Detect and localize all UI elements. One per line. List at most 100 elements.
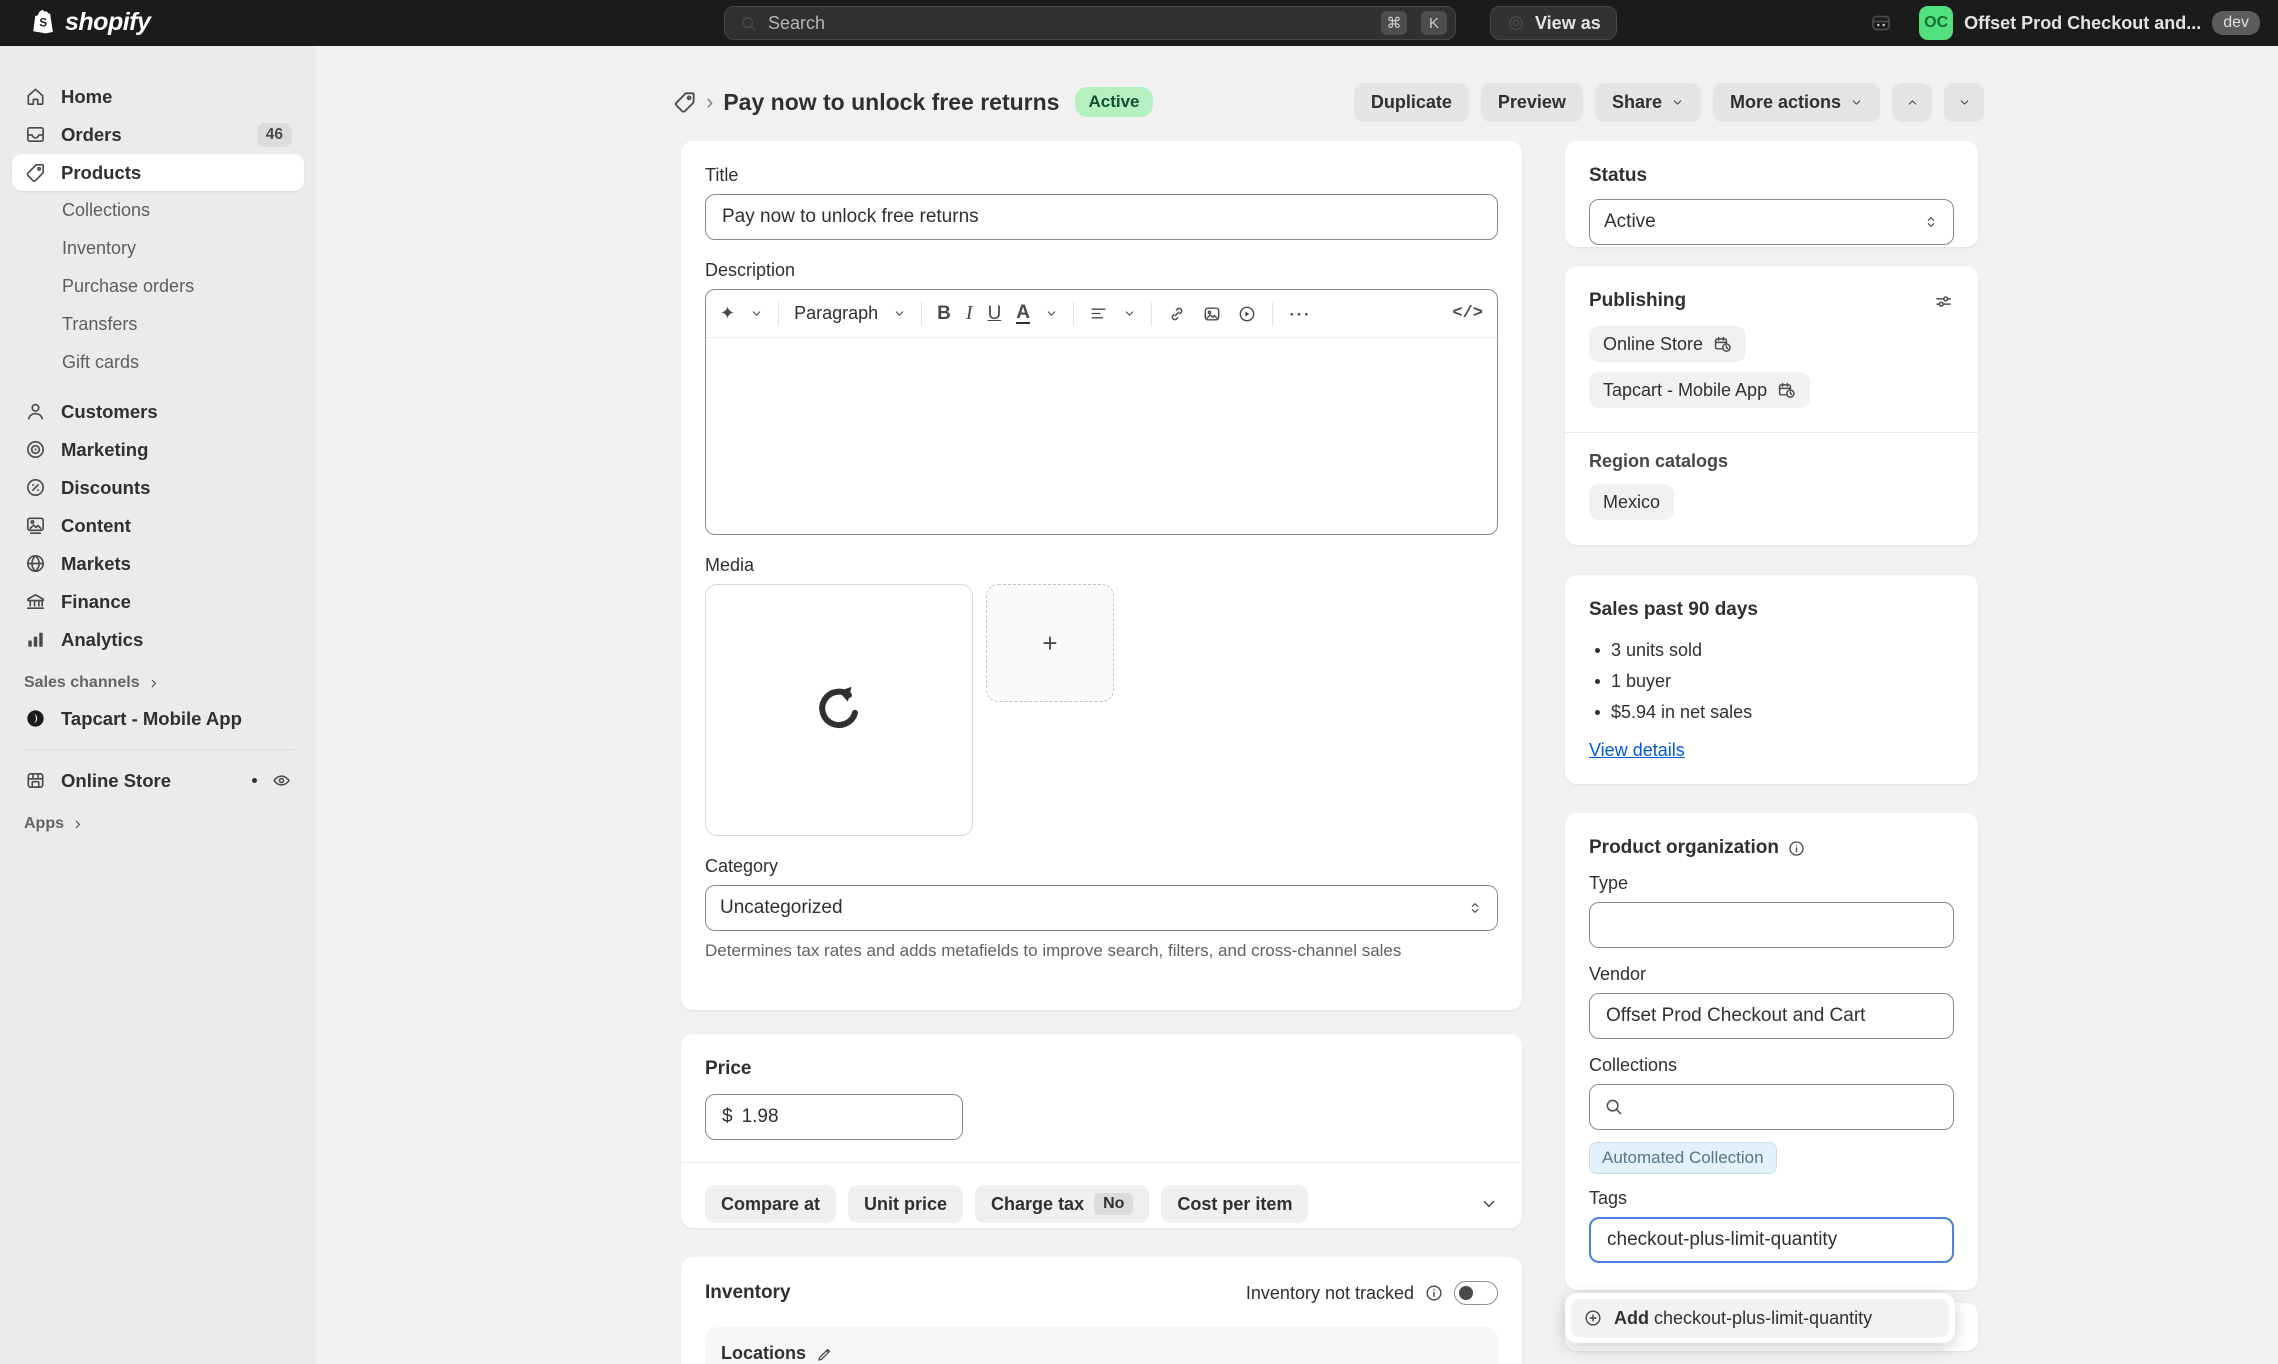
- collections-search-input[interactable]: [1589, 1084, 1954, 1130]
- sidebar-label: Products: [61, 162, 141, 184]
- sidebar-item-tapcart[interactable]: Tapcart - Mobile App: [12, 700, 304, 737]
- global-search[interactable]: Search ⌘ K: [724, 6, 1456, 40]
- sidebar-item-inventory[interactable]: Inventory: [12, 230, 304, 267]
- sidebar-label: Home: [61, 86, 112, 108]
- tags-input[interactable]: [1589, 1217, 1954, 1263]
- sidebar-item-finance[interactable]: Finance: [12, 583, 304, 620]
- sidebar-label: Marketing: [61, 439, 148, 461]
- sidebar-item-analytics[interactable]: Analytics: [12, 621, 304, 658]
- add-tag-option[interactable]: Add checkout-plus-limit-quantity: [1571, 1299, 1949, 1337]
- duplicate-button[interactable]: Duplicate: [1354, 83, 1469, 121]
- search-icon: [739, 14, 758, 33]
- share-button[interactable]: Share: [1595, 83, 1701, 121]
- compare-at-pill[interactable]: Compare at: [705, 1185, 836, 1223]
- expand-price-options-button[interactable]: [1480, 1195, 1498, 1213]
- price-input[interactable]: [742, 1106, 946, 1128]
- underline-button[interactable]: U: [988, 303, 1002, 325]
- sidebar-sublabel: Purchase orders: [62, 276, 194, 297]
- sidebar-item-marketing[interactable]: Marketing: [12, 431, 304, 468]
- insert-image-button[interactable]: [1202, 304, 1222, 324]
- apps-section[interactable]: Apps: [12, 815, 304, 833]
- insert-link-button[interactable]: [1167, 304, 1187, 324]
- tapcart-icon: [24, 707, 47, 730]
- publishing-card: Publishing Online Store Tapcart - Mobile…: [1565, 266, 1978, 545]
- sidebar-item-discounts[interactable]: Discounts: [12, 469, 304, 506]
- shortcut-k-key: K: [1421, 11, 1447, 35]
- sidebar-item-purchase-orders[interactable]: Purchase orders: [12, 268, 304, 305]
- sidebar-item-gift-cards[interactable]: Gift cards: [12, 344, 304, 381]
- text-color-button[interactable]: A: [1016, 303, 1058, 324]
- sidebar-item-orders[interactable]: Orders 46: [12, 116, 304, 153]
- channel-online-store[interactable]: Online Store: [1589, 326, 1746, 362]
- more-actions-button[interactable]: More actions: [1713, 83, 1880, 121]
- locations-box[interactable]: Locations: [705, 1327, 1498, 1364]
- editor-toolbar: ✦ Paragraph B I U A ⋯ </>: [706, 290, 1497, 338]
- product-details-card: Title Description ✦ Paragraph B I U A ⋯: [681, 141, 1522, 1010]
- publishing-divider: [1565, 432, 1978, 433]
- sidebar-item-transfers[interactable]: Transfers: [12, 306, 304, 343]
- sidebar-item-home[interactable]: Home: [12, 78, 304, 115]
- category-select[interactable]: Uncategorized: [705, 885, 1498, 931]
- media-thumbnail[interactable]: [705, 584, 973, 836]
- breadcrumb-tag-icon[interactable]: [672, 89, 698, 115]
- description-label: Description: [705, 260, 1498, 281]
- sidekick-assistant-icon[interactable]: [1869, 11, 1893, 35]
- manage-publishing-icon[interactable]: [1933, 291, 1954, 312]
- sidebar-item-markets[interactable]: Markets: [12, 545, 304, 582]
- inventory-card: Inventory Inventory not tracked Location…: [681, 1257, 1522, 1364]
- shopify-wordmark: shopify: [65, 8, 150, 37]
- category-helper-text: Determines tax rates and adds metafields…: [705, 941, 1498, 961]
- sidebar-item-collections[interactable]: Collections: [12, 192, 304, 229]
- preview-button[interactable]: Preview: [1481, 83, 1583, 121]
- channel-tapcart[interactable]: Tapcart - Mobile App: [1589, 372, 1810, 408]
- inventory-tracked-label: Inventory not tracked: [1246, 1283, 1414, 1304]
- price-card: Price $ Compare at Unit price Charge tax…: [681, 1034, 1522, 1228]
- type-input[interactable]: [1589, 902, 1954, 948]
- sidebar-label: Customers: [61, 401, 158, 423]
- category-label: Category: [705, 856, 1498, 877]
- insert-video-button[interactable]: [1237, 304, 1257, 324]
- paragraph-style-select[interactable]: Paragraph: [794, 303, 906, 324]
- status-badge: Active: [1075, 87, 1152, 117]
- unit-price-pill[interactable]: Unit price: [848, 1185, 963, 1223]
- italic-button[interactable]: I: [966, 302, 973, 325]
- vendor-input[interactable]: [1589, 993, 1954, 1039]
- price-divider: [681, 1162, 1522, 1163]
- sidebar-item-online-store[interactable]: Online Store: [12, 762, 304, 799]
- show-html-button[interactable]: </>: [1452, 304, 1483, 323]
- sales-channels-section[interactable]: Sales channels: [12, 674, 304, 692]
- title-input[interactable]: [705, 194, 1498, 240]
- shopify-logo[interactable]: S shopify: [30, 7, 150, 37]
- online-store-icon: [24, 769, 47, 792]
- sidebar-item-content[interactable]: Content: [12, 507, 304, 544]
- sidebar-item-products[interactable]: Products: [12, 154, 304, 191]
- more-formatting-button[interactable]: ⋯: [1288, 301, 1311, 327]
- status-select[interactable]: Active: [1589, 199, 1954, 245]
- description-textarea[interactable]: [706, 338, 1497, 534]
- alignment-button[interactable]: [1089, 304, 1136, 323]
- preview-eye-icon[interactable]: [271, 770, 292, 791]
- add-media-button[interactable]: +: [986, 584, 1114, 702]
- sidebar-label: Content: [61, 515, 131, 537]
- account-menu[interactable]: OC Offset Prod Checkout and... dev: [1919, 6, 2260, 40]
- cost-per-item-pill[interactable]: Cost per item: [1161, 1185, 1308, 1223]
- region-mexico-pill[interactable]: Mexico: [1589, 484, 1674, 520]
- track-inventory-toggle[interactable]: [1454, 1281, 1498, 1305]
- sidebar-item-customers[interactable]: Customers: [12, 393, 304, 430]
- svg-text:S: S: [39, 18, 47, 30]
- automated-collection-tag[interactable]: Automated Collection: [1589, 1142, 1777, 1174]
- charge-tax-pill[interactable]: Charge taxNo: [975, 1185, 1149, 1223]
- previous-product-button[interactable]: [1892, 83, 1932, 121]
- view-as-button[interactable]: View as: [1490, 6, 1617, 40]
- info-icon: [1424, 1283, 1444, 1303]
- view-details-link[interactable]: View details: [1589, 740, 1685, 761]
- bold-button[interactable]: B: [937, 303, 951, 325]
- markets-globe-icon: [24, 552, 47, 575]
- next-product-button[interactable]: [1944, 83, 1984, 121]
- view-as-icon: [1506, 13, 1526, 33]
- ai-sparkle-button[interactable]: ✦: [720, 303, 763, 324]
- apps-label: Apps: [24, 815, 64, 833]
- page-header: › Pay now to unlock free returns Active …: [672, 80, 1984, 124]
- env-badge: dev: [2212, 11, 2260, 35]
- tags-label: Tags: [1589, 1188, 1954, 1209]
